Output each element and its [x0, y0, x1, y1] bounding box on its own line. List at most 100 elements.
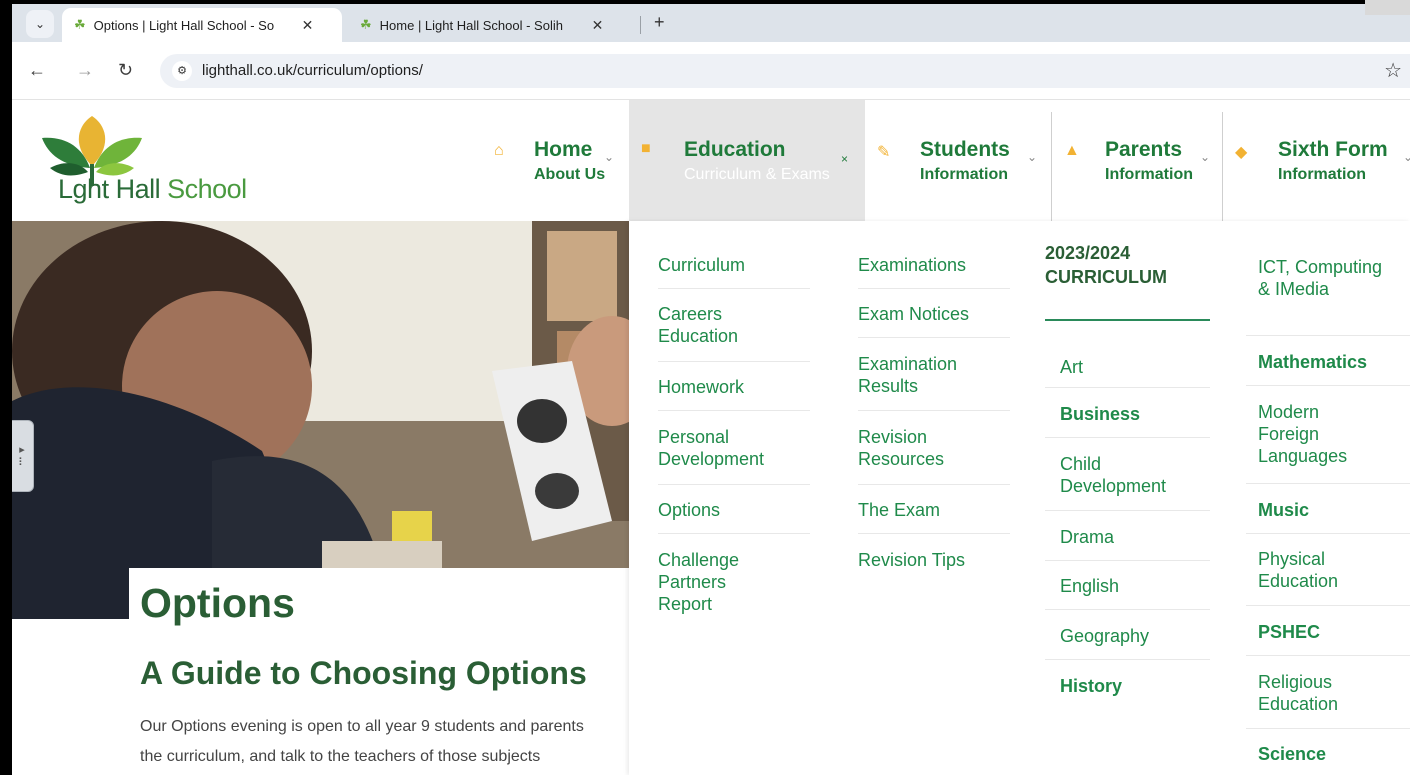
menu-link-curriculum[interactable]: Curriculum — [658, 254, 818, 276]
address-bar[interactable]: ⚙ lighthall.co.uk/curriculum/options/ ☆ — [160, 54, 1410, 88]
menu-divider — [658, 484, 810, 485]
menu-divider — [658, 533, 810, 534]
pen-icon: ✎ — [877, 144, 891, 161]
curriculum-heading: 2023/2024 CURRICULUM — [1045, 243, 1167, 287]
book-icon: ■ — [641, 140, 651, 157]
nav-sixth-form-label: Sixth Form — [1278, 138, 1388, 161]
menu-link-science[interactable]: Science — [1258, 743, 1398, 765]
menu-divider — [1246, 655, 1410, 656]
menu-link-child-development[interactable]: Child Development — [1060, 453, 1200, 497]
chevron-down-icon: ⌄ — [604, 150, 615, 164]
menu-link-options[interactable]: Options — [658, 499, 818, 521]
menu-divider — [1045, 387, 1210, 388]
close-icon[interactable]: ✕ — [592, 17, 604, 34]
menu-divider — [1045, 510, 1210, 511]
favicon-icon: ☘ — [360, 17, 372, 32]
menu-divider — [858, 337, 1010, 338]
menu-link-revision-tips[interactable]: Revision Tips — [858, 549, 1018, 571]
menu-divider — [858, 484, 1010, 485]
school-logo[interactable]: Lght Hall School — [42, 116, 302, 216]
close-icon[interactable]: × — [841, 152, 848, 166]
menu-link-exam-notices[interactable]: Exam Notices — [858, 303, 1018, 325]
tab-search-button[interactable]: ⌄ — [26, 10, 54, 38]
nav-education-sub: Curriculum & Exams — [684, 166, 830, 183]
graduation-cap-icon: ◆ — [1235, 144, 1248, 161]
drag-handle-icon: ⠇ — [17, 457, 27, 469]
close-icon[interactable]: ✕ — [302, 17, 314, 34]
tab-title: Options | Light Hall School - So — [93, 17, 275, 33]
body-text-line: the curriculum, and talk to the teachers… — [140, 748, 541, 765]
menu-link-challenge-partners-report[interactable]: Challenge Partners Report — [658, 549, 768, 615]
nav-home[interactable]: ⌂ Home About Us ⌄ — [482, 100, 628, 221]
menu-link-religious-education[interactable]: Religious Education — [1258, 671, 1378, 715]
nav-education[interactable]: ■ Education Curriculum & Exams × — [629, 100, 865, 221]
tab-title: Home | Light Hall School - Solih — [379, 17, 563, 33]
tab-options[interactable]: ☘ Options | Light Hall School - So ✕ — [62, 8, 342, 42]
nav-sixth-form[interactable]: ◆ Sixth Form Information ⌄ — [1223, 100, 1410, 221]
chevron-down-icon: ⌄ — [1027, 150, 1038, 164]
page-title: Options — [140, 580, 295, 626]
person-icon: ▲ — [1064, 142, 1080, 159]
menu-link-geography[interactable]: Geography — [1060, 625, 1200, 647]
menu-divider — [1246, 385, 1410, 386]
nav-home-sub: About Us — [534, 166, 606, 183]
menu-link-ict-computing-imedia[interactable]: ICT, Computing & IMedia — [1258, 256, 1398, 300]
menu-divider — [1045, 609, 1210, 610]
menu-link-physical-education[interactable]: Physical Education — [1258, 548, 1378, 592]
nav-students[interactable]: ✎ Students Information ⌄ — [865, 100, 1051, 221]
menu-link-music[interactable]: Music — [1258, 499, 1398, 521]
sidebar-toggle-handle[interactable]: ▸ ⠇ — [10, 420, 34, 492]
menu-link-personal-development[interactable]: Personal Development — [658, 426, 818, 470]
menu-link-revision-resources[interactable]: Revision Resources — [858, 426, 988, 470]
reload-icon[interactable]: ↻ — [118, 60, 133, 81]
nav-parents[interactable]: ▲ Parents Information ⌄ — [1052, 100, 1222, 221]
menu-link-homework[interactable]: Homework — [658, 376, 818, 398]
menu-divider — [858, 410, 1010, 411]
menu-divider — [1045, 659, 1210, 660]
hero-photo — [12, 221, 629, 619]
tab-strip: ⌄ ☘ Options | Light Hall School - So ✕ ☘… — [12, 4, 1410, 42]
menu-link-english[interactable]: English — [1060, 575, 1200, 597]
page-subtitle: A Guide to Choosing Options — [140, 655, 587, 691]
menu-link-modern-foreign-languages[interactable]: Modern Foreign Languages — [1258, 401, 1378, 467]
tab-home[interactable]: ☘ Home | Light Hall School - Solih ✕ — [348, 8, 638, 42]
menu-link-examination-results[interactable]: Examination Results — [858, 353, 988, 397]
menu-divider — [858, 533, 1010, 534]
menu-link-drama[interactable]: Drama — [1060, 526, 1200, 548]
education-mega-menu: Curriculum Careers Education Homework Pe… — [629, 221, 1410, 775]
nav-home-label: Home — [534, 138, 593, 161]
browser-toolbar: ← → ↻ ⚙ lighthall.co.uk/curriculum/optio… — [12, 42, 1410, 100]
menu-divider — [658, 288, 810, 289]
bookmark-star-icon[interactable]: ☆ — [1384, 58, 1402, 83]
tab-separator — [640, 16, 641, 34]
school-name: Lght Hall School — [58, 174, 247, 204]
menu-link-careers-education[interactable]: Careers Education — [658, 303, 778, 347]
menu-divider — [1246, 533, 1410, 534]
menu-link-business[interactable]: Business — [1060, 403, 1200, 425]
hero-image — [12, 221, 629, 619]
menu-divider — [1246, 605, 1410, 606]
menu-divider — [658, 361, 810, 362]
forward-icon[interactable]: → — [76, 60, 94, 81]
new-tab-button[interactable]: + — [654, 12, 665, 33]
menu-divider — [858, 288, 1010, 289]
menu-link-the-exam[interactable]: The Exam — [858, 499, 1018, 521]
body-text-line: Our Options evening is open to all year … — [140, 718, 584, 735]
nav-education-label: Education — [684, 138, 786, 161]
chevron-right-icon: ▸ — [19, 444, 25, 456]
chevron-down-icon: ⌄ — [1200, 150, 1211, 164]
menu-divider — [1246, 335, 1410, 336]
back-icon[interactable]: ← — [28, 60, 46, 81]
menu-link-art[interactable]: Art — [1060, 356, 1200, 378]
chevron-down-icon: ⌄ — [34, 17, 46, 31]
menu-divider — [1045, 437, 1210, 438]
home-icon: ⌂ — [494, 142, 504, 159]
menu-link-examinations[interactable]: Examinations — [858, 254, 1018, 276]
nav-students-sub: Information — [920, 166, 1008, 183]
menu-link-mathematics[interactable]: Mathematics — [1258, 351, 1408, 373]
url-text: lighthall.co.uk/curriculum/options/ — [202, 62, 423, 79]
menu-link-history[interactable]: History — [1060, 675, 1200, 697]
menu-link-pshec[interactable]: PSHEC — [1258, 621, 1398, 643]
screen-border-left — [0, 0, 12, 775]
site-info-icon[interactable]: ⚙ — [172, 61, 192, 81]
